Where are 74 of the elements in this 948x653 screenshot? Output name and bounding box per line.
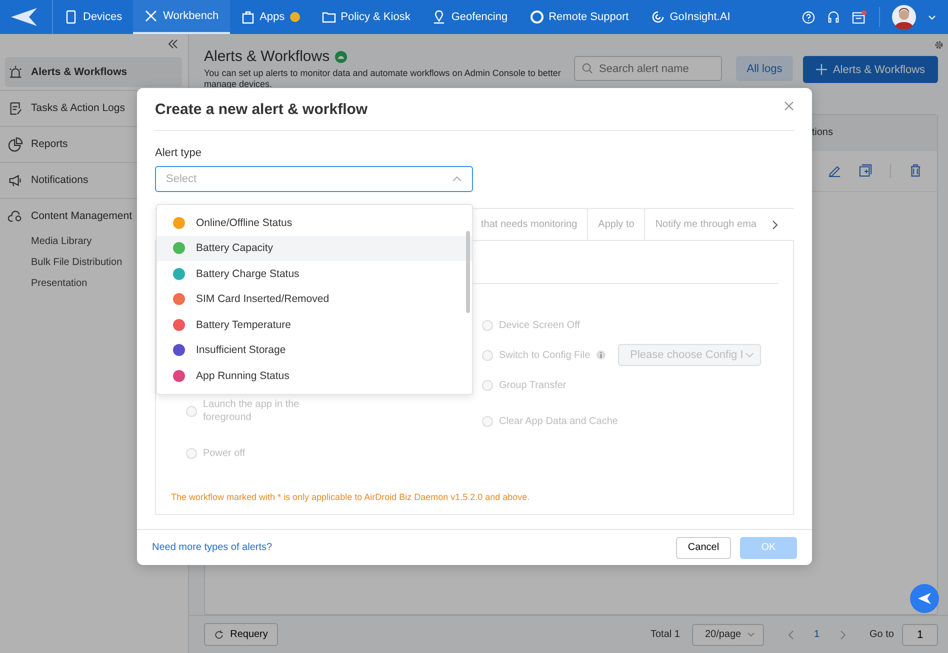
- option-label: Launch the app in the foreground: [203, 398, 300, 424]
- close-icon[interactable]: [784, 101, 794, 111]
- caret-icon: [746, 632, 755, 638]
- headset-icon[interactable]: [827, 10, 840, 24]
- sidebar-item[interactable]: Alerts & Workflows: [5, 57, 182, 87]
- trash-icon[interactable]: [909, 164, 922, 178]
- total-count: Total 1: [650, 629, 680, 640]
- info-icon[interactable]: [596, 350, 606, 360]
- go-to-label: Go to: [870, 629, 894, 640]
- chevron-right-icon[interactable]: [772, 220, 778, 230]
- pie-chart-icon: [8, 136, 23, 152]
- spiral-icon: [650, 10, 665, 24]
- refresh-icon: [214, 630, 224, 640]
- cloud-gear-icon: [8, 208, 23, 224]
- page-size-select[interactable]: 20/page: [692, 624, 764, 646]
- radio-button[interactable]: [482, 350, 493, 360]
- help-icon[interactable]: [802, 10, 815, 24]
- requery-button[interactable]: Requery: [204, 623, 278, 646]
- bag-icon: [240, 10, 255, 24]
- radio-button[interactable]: [186, 448, 197, 458]
- settings-icon[interactable]: [934, 40, 944, 50]
- radio-button[interactable]: [482, 416, 493, 426]
- android-badge-icon: [334, 50, 347, 62]
- phone-icon: [64, 10, 78, 24]
- note-text: The workflow marked with * is only applicable to AirDroid Biz Daemon v1.5.2.0 and above.: [171, 492, 531, 502]
- option-label: Switch to Config File: [499, 350, 590, 360]
- paper-plane-icon: [917, 592, 932, 605]
- help-link[interactable]: Need more types of alerts?: [152, 542, 272, 553]
- collapse-icon[interactable]: [167, 39, 179, 49]
- all-logs-button[interactable]: All logs: [736, 56, 793, 81]
- cancel-button[interactable]: Cancel: [676, 536, 731, 558]
- caret-icon[interactable]: [928, 14, 936, 20]
- location-icon: [432, 10, 446, 24]
- dropdown-option[interactable]: SIM Card Inserted/Removed: [157, 286, 472, 312]
- dropdown-option[interactable]: Battery Charge Status: [157, 261, 472, 286]
- clipboard-icon: [8, 100, 23, 116]
- caret-icon: [452, 176, 462, 182]
- radio-button[interactable]: [482, 320, 493, 330]
- nav-tab[interactable]: Policy & Kiosk: [310, 0, 422, 34]
- column-header: tions: [812, 127, 833, 138]
- nav-tab[interactable]: Workbench: [133, 0, 230, 34]
- dropdown-option[interactable]: Insufficient Storage: [157, 338, 472, 363]
- page-description: You can set up alerts to monitor data and automate workflows on Admin Console to better manage devices.: [204, 68, 562, 90]
- radio-button[interactable]: [482, 380, 493, 390]
- option-label: Group Transfer: [499, 380, 566, 390]
- page-title: Alerts & Workflows: [204, 48, 330, 65]
- paper-plane-logo-icon[interactable]: [10, 7, 38, 27]
- radio-button[interactable]: [186, 406, 197, 416]
- plus-icon: [816, 64, 827, 75]
- edit-icon[interactable]: [828, 164, 841, 178]
- dropdown-option[interactable]: App Running Status: [157, 363, 472, 388]
- option-label: Clear App Data and Cache: [499, 416, 618, 426]
- copy-icon[interactable]: [859, 164, 872, 178]
- dropdown-option[interactable]: Battery Temperature: [157, 312, 472, 338]
- dialog-title: Create a new alert & workflow: [155, 101, 368, 118]
- siren-icon: [8, 64, 23, 80]
- option-label: Device Screen Off: [499, 320, 580, 330]
- nav-tab[interactable]: GoInsight.AI: [640, 0, 742, 34]
- page-input-field[interactable]: 1: [902, 624, 938, 646]
- option-label: Power off: [203, 446, 246, 460]
- field-label: Alert type: [155, 147, 202, 159]
- page-number[interactable]: 1: [814, 629, 820, 640]
- search-field[interactable]: Search alert name: [574, 56, 722, 81]
- megaphone-icon: [8, 172, 23, 188]
- nav-tab[interactable]: Geofencing: [421, 0, 519, 34]
- avatar-icon[interactable]: [892, 5, 916, 29]
- caret-icon: [745, 352, 754, 358]
- dropdown-option[interactable]: Battery Capacity: [157, 236, 472, 261]
- calendar-icon[interactable]: [852, 10, 867, 24]
- create-button[interactable]: Alerts & Workflows: [803, 56, 938, 83]
- nav-tab[interactable]: Remote Support: [518, 0, 640, 34]
- nav-tab[interactable]: Apps: [230, 0, 311, 34]
- folder-icon: [322, 10, 336, 24]
- search-icon: [582, 63, 593, 74]
